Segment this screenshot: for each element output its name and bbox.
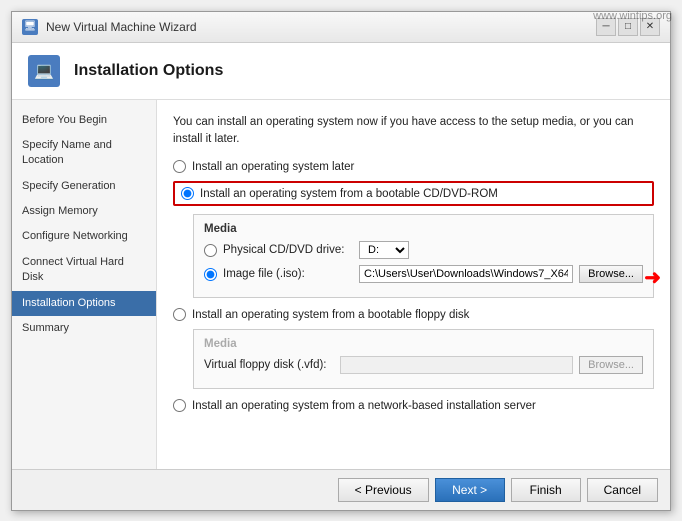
media-box: Media Physical CD/DVD drive: D: Image fi… bbox=[193, 214, 654, 298]
sidebar-item-name-location[interactable]: Specify Name and Location bbox=[12, 133, 156, 174]
option-network-radio[interactable] bbox=[173, 399, 186, 412]
physical-drive-label[interactable]: Physical CD/DVD drive: bbox=[223, 244, 353, 256]
next-button[interactable]: Next > bbox=[435, 478, 505, 502]
media-title: Media bbox=[204, 223, 643, 235]
sidebar-item-hard-disk[interactable]: Connect Virtual Hard Disk bbox=[12, 250, 156, 291]
floppy-vfd-label: Virtual floppy disk (.vfd): bbox=[204, 359, 334, 371]
option-install-later-radio[interactable] bbox=[173, 160, 186, 173]
content-area: Before You Begin Specify Name and Locati… bbox=[12, 100, 670, 469]
main-content: You can install an operating system now … bbox=[157, 100, 670, 469]
previous-button[interactable]: < Previous bbox=[338, 478, 429, 502]
option-floppy-row: Install an operating system from a boota… bbox=[173, 308, 654, 321]
page-title: Installation Options bbox=[74, 62, 223, 80]
wizard-window: 🖥 New Virtual Machine Wizard ─ □ ✕ 💻 Ins… bbox=[11, 11, 671, 511]
browse-floppy-button: Browse... bbox=[579, 356, 643, 374]
physical-drive-radio[interactable] bbox=[204, 244, 217, 257]
physical-drive-select[interactable]: D: bbox=[359, 241, 409, 259]
option-floppy-label[interactable]: Install an operating system from a boota… bbox=[192, 309, 469, 321]
finish-button[interactable]: Finish bbox=[511, 478, 581, 502]
image-file-row: Image file (.iso): Browse... ➜ bbox=[204, 265, 643, 283]
option-cdvdrom-row: Install an operating system from a boota… bbox=[173, 181, 654, 206]
window-title: New Virtual Machine Wizard bbox=[46, 20, 197, 34]
image-file-radio[interactable] bbox=[204, 268, 217, 281]
watermark: www.wintips.org bbox=[593, 10, 672, 22]
image-file-input[interactable] bbox=[359, 265, 573, 283]
floppy-media-box: Media Virtual floppy disk (.vfd): Browse… bbox=[193, 329, 654, 389]
sidebar-item-memory[interactable]: Assign Memory bbox=[12, 199, 156, 224]
sidebar-item-before-you-begin[interactable]: Before You Begin bbox=[12, 108, 156, 133]
option-network-row: Install an operating system from a netwo… bbox=[173, 399, 654, 412]
physical-drive-row: Physical CD/DVD drive: D: bbox=[204, 241, 643, 259]
title-bar: 🖥 New Virtual Machine Wizard ─ □ ✕ bbox=[12, 12, 670, 43]
image-file-label[interactable]: Image file (.iso): bbox=[223, 268, 353, 280]
header-icon: 💻 bbox=[28, 55, 60, 87]
floppy-vfd-row: Virtual floppy disk (.vfd): Browse... bbox=[204, 356, 643, 374]
browse-image-button[interactable]: Browse... bbox=[579, 265, 643, 283]
footer: < Previous Next > Finish Cancel bbox=[12, 469, 670, 510]
option-install-later-row: Install an operating system later bbox=[173, 160, 654, 173]
option-cdvdrom-radio[interactable] bbox=[181, 187, 194, 200]
red-arrow-icon: ➜ bbox=[644, 265, 661, 290]
cancel-button[interactable]: Cancel bbox=[587, 478, 658, 502]
option-cdvdrom-label[interactable]: Install an operating system from a boota… bbox=[200, 188, 498, 200]
floppy-media-title: Media bbox=[204, 338, 643, 350]
window-icon: 🖥 bbox=[22, 19, 38, 35]
option-install-later-label[interactable]: Install an operating system later bbox=[192, 161, 354, 173]
floppy-vfd-input bbox=[340, 356, 573, 374]
intro-text: You can install an operating system now … bbox=[173, 114, 654, 149]
sidebar: Before You Begin Specify Name and Locati… bbox=[12, 100, 157, 469]
sidebar-item-installation-options[interactable]: Installation Options bbox=[12, 291, 156, 316]
page-header: 💻 Installation Options bbox=[12, 43, 670, 100]
sidebar-item-generation[interactable]: Specify Generation bbox=[12, 174, 156, 199]
sidebar-item-networking[interactable]: Configure Networking bbox=[12, 224, 156, 249]
sidebar-item-summary[interactable]: Summary bbox=[12, 316, 156, 341]
option-floppy-radio[interactable] bbox=[173, 308, 186, 321]
option-network-label[interactable]: Install an operating system from a netwo… bbox=[192, 400, 536, 412]
